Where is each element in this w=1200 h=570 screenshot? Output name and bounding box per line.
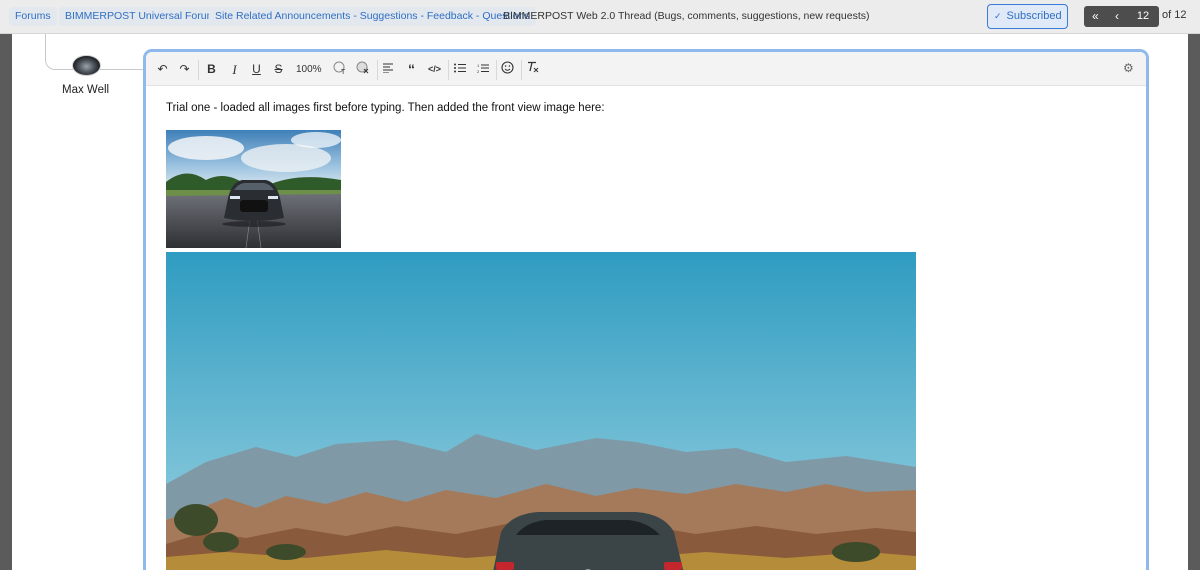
settings-gear-icon[interactable]: ⚙ (1123, 61, 1134, 75)
page-number-input[interactable]: 12 (1131, 9, 1155, 24)
total-pages-label: of 12 (1162, 9, 1187, 21)
emoji-icon[interactable] (499, 61, 516, 78)
toolbar-divider (198, 60, 199, 80)
breadcrumb-universal-forums[interactable]: BIMMERPOST Universal Forums (59, 7, 227, 26)
avatar[interactable] (72, 55, 101, 76)
thread-title: BIMMERPOST Web 2.0 Thread (Bugs, comment… (503, 10, 870, 22)
clear-formatting-icon[interactable] (524, 61, 541, 78)
svg-text:1: 1 (477, 63, 480, 68)
editor-content[interactable]: Trial one - loaded all images first befo… (166, 102, 916, 570)
italic-icon[interactable]: I (226, 61, 243, 78)
car-front-image[interactable] (166, 130, 341, 248)
zoom-level[interactable]: 100% (296, 61, 322, 78)
author-name[interactable]: Max Well (62, 84, 109, 96)
editor-toolbar: ↶ ↷ B I U S 100% T “ </> 12 ⚙ (146, 52, 1146, 86)
subscribed-label: Subscribed (1006, 10, 1062, 22)
align-icon[interactable] (380, 61, 397, 78)
toolbar-divider (496, 60, 497, 80)
numbered-list-icon[interactable]: 12 (474, 61, 491, 78)
undo-icon[interactable]: ↶ (154, 61, 171, 78)
quote-icon[interactable]: “ (403, 61, 420, 78)
toolbar-divider (448, 60, 449, 80)
svg-text:2: 2 (477, 69, 480, 73)
car-rear-desert-image[interactable] (166, 252, 916, 570)
prev-page-icon[interactable]: ‹ (1115, 6, 1119, 27)
first-page-icon[interactable]: « (1092, 6, 1099, 27)
subscribed-button[interactable]: ✓ Subscribed (987, 4, 1068, 29)
strikethrough-icon[interactable]: S (270, 61, 287, 78)
breadcrumb-site-announcements[interactable]: Site Related Announcements - Suggestions… (209, 7, 536, 26)
background-color-icon[interactable] (354, 61, 371, 78)
reply-editor[interactable]: ↶ ↷ B I U S 100% T “ </> 12 ⚙ Trial one … (143, 49, 1149, 570)
text-color-icon[interactable]: T (331, 61, 348, 78)
breadcrumb-bar: Forums BIMMERPOST Universal Forums Site … (0, 0, 1200, 34)
toolbar-divider (521, 60, 522, 80)
breadcrumb-forums[interactable]: Forums (9, 7, 57, 26)
code-icon[interactable]: </> (426, 61, 443, 78)
toolbar-divider (377, 60, 378, 80)
check-icon: ✓ (994, 11, 1002, 21)
bullet-list-icon[interactable] (451, 61, 468, 78)
redo-icon[interactable]: ↷ (176, 61, 193, 78)
pagination: « ‹ 12 (1084, 6, 1159, 27)
underline-icon[interactable]: U (248, 61, 265, 78)
post-body-text[interactable]: Trial one - loaded all images first befo… (166, 102, 605, 114)
bold-icon[interactable]: B (203, 61, 220, 78)
svg-text:T: T (341, 69, 346, 75)
